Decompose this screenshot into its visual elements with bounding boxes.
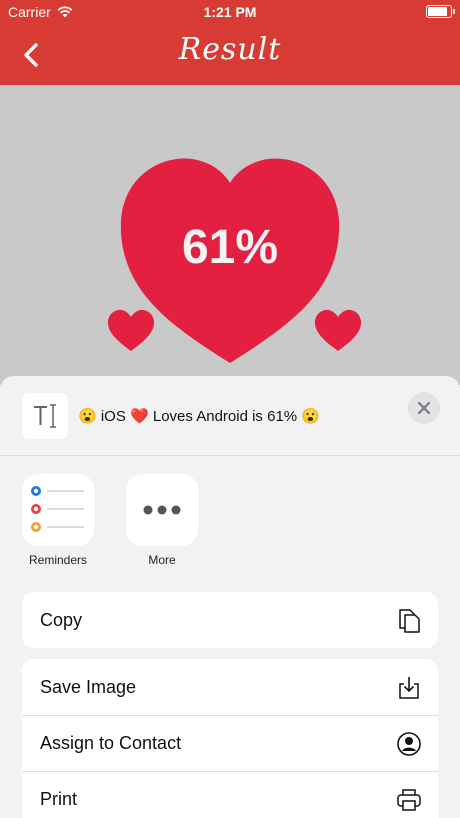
assign-to-contact-label: Assign to Contact [40,733,182,753]
close-icon [417,401,431,415]
status-time: 1:21 PM [203,4,257,20]
print-icon [397,789,421,811]
share-message: 😮 iOS ❤️ Loves Android is 61% 😮 [78,408,320,425]
share-thumbnail [22,393,68,439]
print-label: Print [40,789,78,809]
reminders-app-tile [22,474,94,546]
app-label-more: More [148,553,176,567]
small-heart-left-icon [107,309,155,351]
save-icon [399,677,419,699]
assign-to-contact-action[interactable]: Assign to Contact [22,715,438,771]
more-icon [143,505,181,515]
battery-level [428,7,447,16]
copy-action[interactable]: Copy [22,592,438,648]
reminders-icon [31,486,84,532]
result-area: 61% [0,85,460,385]
app-more[interactable]: More [126,474,198,567]
match-percentage: 61% [181,221,279,274]
close-button[interactable] [408,392,440,424]
navigation-bar: Result [0,24,460,85]
app-label-reminders: Reminders [28,553,88,567]
page-title: Result [178,32,282,67]
save-image-label: Save Image [40,676,137,697]
print-action[interactable]: Print [22,771,438,818]
copy-label: Copy [40,609,83,630]
copy-action-group: Copy [22,592,438,648]
share-sheet: 😮 iOS ❤️ Loves Android is 61% 😮 Reminder… [0,376,460,818]
battery-icon [426,5,455,18]
small-heart-right-icon [314,309,362,351]
copy-icon [399,609,420,633]
contact-icon [397,732,421,756]
status-bar: Carrier 1:21 PM [0,0,460,24]
actions-group: Save Image Assign to Contact Print [22,659,438,818]
save-image-action[interactable]: Save Image [22,659,438,715]
share-header: 😮 iOS ❤️ Loves Android is 61% 😮 [0,376,460,456]
app-reminders[interactable]: Reminders [22,474,94,567]
more-app-tile [126,474,198,546]
text-cursor-icon [34,404,56,428]
